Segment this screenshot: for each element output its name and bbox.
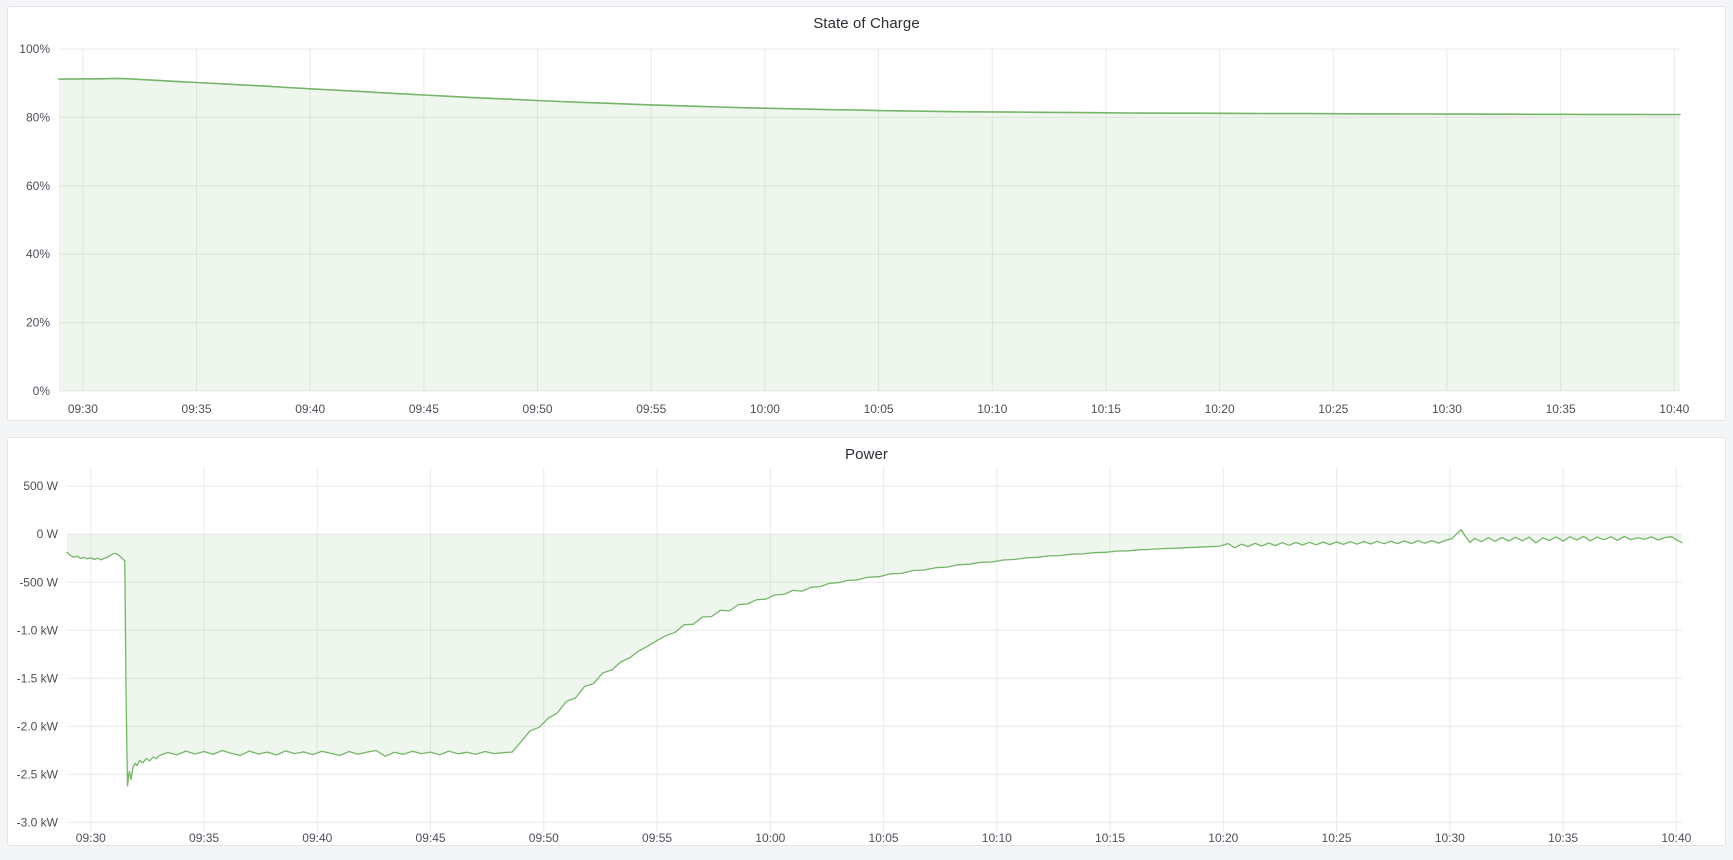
y-tick-label: -2.5 kW bbox=[17, 767, 59, 781]
x-tick-label: 10:05 bbox=[864, 402, 894, 416]
x-tick-label: 09:30 bbox=[68, 402, 98, 416]
x-tick-label: 10:35 bbox=[1548, 831, 1578, 845]
panel-state-of-charge: State of Charge 100%80%60%40%20%0%09:300… bbox=[7, 6, 1726, 421]
y-tick-label: -3.0 kW bbox=[17, 815, 59, 829]
y-tick-label: 40% bbox=[26, 247, 50, 261]
x-tick-label: 10:15 bbox=[1091, 402, 1121, 416]
x-tick-label: 10:20 bbox=[1208, 831, 1238, 845]
panel-power: Power 500 W0 W-500 W-1.0 kW-1.5 kW-2.0 k… bbox=[7, 437, 1726, 846]
x-tick-label: 10:25 bbox=[1322, 831, 1352, 845]
x-tick-label: 09:40 bbox=[295, 402, 325, 416]
x-tick-label: 10:30 bbox=[1432, 402, 1462, 416]
x-tick-label: 09:35 bbox=[189, 831, 219, 845]
y-tick-label: -1.5 kW bbox=[17, 671, 59, 685]
x-tick-label: 10:15 bbox=[1095, 831, 1125, 845]
x-tick-label: 09:55 bbox=[642, 831, 672, 845]
x-tick-label: 10:05 bbox=[869, 831, 899, 845]
state-of-charge-chart-canvas[interactable]: 100% 80% 60% 40% 20% 0% 09:30 09:35 09:40 09:45 09… bbox=[8, 7, 1723, 420]
x-tick-label: 10:40 bbox=[1661, 831, 1691, 845]
dashboard-page: State of Charge 100%80%60%40%20%0%09:300… bbox=[0, 0, 1733, 860]
x-tick-label: 10:35 bbox=[1546, 402, 1576, 416]
y-tick-label: -500 W bbox=[19, 575, 58, 589]
x-tick-label: 10:10 bbox=[982, 831, 1012, 845]
soc-series-area bbox=[59, 78, 1680, 391]
x-tick-label: 09:35 bbox=[182, 402, 212, 416]
y-tick-label: 500 W bbox=[23, 479, 58, 493]
power-chart-canvas[interactable]: 500 W 0 W -500 W -1.0 kW -1.5 kW -2.0 kW -2.5 … bbox=[8, 438, 1723, 845]
x-tick-label: 09:45 bbox=[416, 831, 446, 845]
y-tick-label: -1.0 kW bbox=[17, 623, 59, 637]
y-tick-label: -2.0 kW bbox=[17, 719, 59, 733]
x-tick-label: 10:00 bbox=[755, 831, 785, 845]
x-tick-label: 09:40 bbox=[302, 831, 332, 845]
x-tick-label: 09:55 bbox=[636, 402, 666, 416]
y-tick-label: 0% bbox=[33, 384, 51, 398]
x-tick-label: 09:45 bbox=[409, 402, 439, 416]
x-tick-label: 10:25 bbox=[1318, 402, 1348, 416]
x-tick-label: 10:40 bbox=[1659, 402, 1689, 416]
power-series-area bbox=[67, 530, 1682, 786]
y-tick-label: 100% bbox=[19, 42, 50, 56]
x-tick-label: 09:50 bbox=[523, 402, 553, 416]
x-tick-label: 09:50 bbox=[529, 831, 559, 845]
x-tick-label: 10:00 bbox=[750, 402, 780, 416]
x-tick-label: 10:20 bbox=[1205, 402, 1235, 416]
y-tick-label: 80% bbox=[26, 110, 50, 124]
x-tick-label: 09:30 bbox=[76, 831, 106, 845]
y-tick-label: 0 W bbox=[37, 527, 59, 541]
y-tick-label: 60% bbox=[26, 179, 50, 193]
x-tick-label: 10:10 bbox=[977, 402, 1007, 416]
y-tick-label: 20% bbox=[26, 316, 50, 330]
x-tick-label: 10:30 bbox=[1435, 831, 1465, 845]
